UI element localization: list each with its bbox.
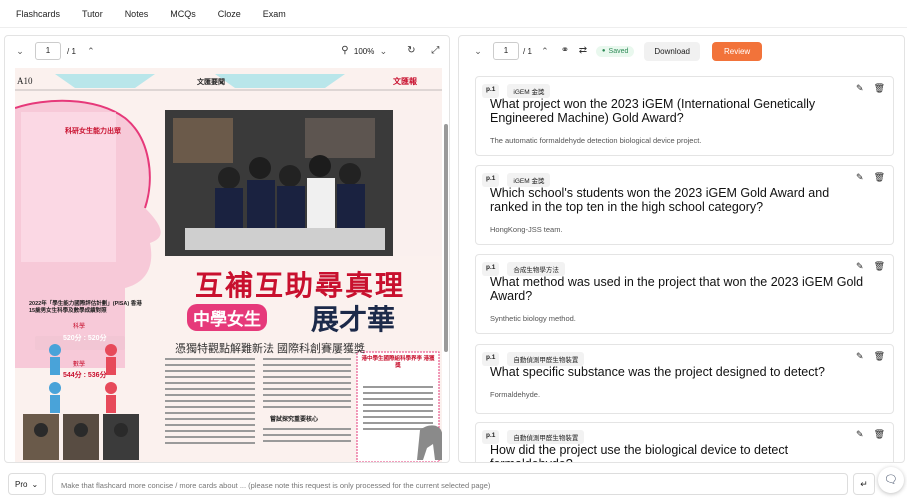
science-scores: 520分 : 520分 — [63, 335, 107, 342]
flashcard-answer: Synthetic biology method. — [490, 314, 576, 323]
zoom-dropdown-icon[interactable]: ⌄ — [376, 46, 390, 57]
math-label: 數學 — [73, 362, 86, 368]
document-viewer: ⌄ 1 / 1 ⌃ ⚲ 100% ⌄ ↻ ⤢ A10 文匯要聞 文匯報 科研女生… — [4, 35, 450, 463]
header-center: 文匯要聞 — [197, 79, 225, 86]
flashcard-question: Which school's students won the 2023 iGE… — [490, 186, 830, 214]
flashcard[interactable]: p.1 合成生物學方法 ✎ 🗑 What method was used in th… — [475, 254, 894, 334]
flashcard[interactable]: p.1 自動偵測甲醛生物裝置 ✎ 🗑 What specific substance… — [475, 344, 894, 414]
page-badge: p.1 — [482, 352, 500, 366]
flashcard-question: How did the project use the biological d… — [490, 443, 789, 462]
send-icon[interactable]: ↵ — [853, 473, 875, 495]
page-total: / 1 — [523, 46, 532, 56]
edit-icon[interactable]: ✎ — [856, 83, 864, 94]
sub-heading: 嘗試探究重要核心 — [270, 417, 319, 423]
viewer-scrollbar[interactable] — [444, 124, 448, 352]
flashcard[interactable]: p.1 自動偵測甲醛生物裝置 ✎ 🗑 How did the project use… — [475, 422, 894, 462]
fullscreen-icon[interactable]: ⤢ — [428, 44, 442, 58]
flashcard[interactable]: p.1 iGEM 金獎 ✎ 🗑 Which school's students wo… — [475, 165, 894, 245]
page-total: / 1 — [67, 46, 76, 56]
dot-icon: ● — [601, 48, 606, 54]
delete-icon[interactable]: 🗑 — [874, 172, 885, 183]
edit-icon[interactable]: ✎ — [856, 351, 864, 362]
nav-exam[interactable]: Exam — [263, 9, 286, 19]
refresh-icon[interactable]: ↻ — [404, 44, 418, 58]
flashcard-answer: Formaldehyde. — [490, 390, 541, 399]
nav-flashcards[interactable]: Flashcards — [16, 9, 60, 19]
flashcards-panel: ⌄ 1 / 1 ⌃ ⚭ ⇄ ● Saved Download Review p.1… — [458, 35, 905, 463]
viewer-toolbar: ⌄ 1 / 1 ⌃ ⚲ 100% ⌄ ↻ ⤢ — [5, 36, 449, 66]
page-badge: p.1 — [482, 262, 500, 276]
edit-icon[interactable]: ✎ — [856, 429, 864, 440]
delete-icon[interactable]: 🗑 — [874, 351, 885, 362]
chat-bubble-icon[interactable]: 🗨 — [878, 467, 904, 493]
chevron-down-icon: ⌄ — [31, 480, 39, 489]
edit-icon[interactable]: ✎ — [856, 261, 864, 272]
link-icon[interactable]: ⚭ — [558, 44, 572, 58]
deck: 憑獨特觀點解難新法 國際科創賽屢獲獎 — [175, 343, 366, 355]
masthead: 文匯報 — [393, 77, 417, 86]
delete-icon[interactable]: 🗑 — [874, 83, 885, 94]
chevron-down-icon[interactable]: ⌄ — [13, 46, 27, 57]
zoom-level[interactable]: 100% — [354, 47, 374, 56]
sync-icon[interactable]: ⇄ — [576, 44, 590, 58]
flashcard-list: p.1 iGEM 金獎 ✎ 🗑 What project won the 2023 … — [475, 76, 894, 462]
nav-cloze[interactable]: Cloze — [218, 9, 241, 19]
mode-label: Pro — [15, 480, 28, 489]
page-badge: p.1 — [482, 173, 500, 187]
saved-badge: ● Saved — [595, 45, 635, 57]
tag-badge: iGEM 金獎 — [507, 84, 551, 98]
zoom-icon[interactable]: ⚲ — [338, 44, 352, 58]
page-input[interactable]: 1 — [35, 42, 61, 60]
page-code: A10 — [17, 76, 33, 86]
review-button[interactable]: Review — [711, 41, 763, 61]
flashcard-question: What method was used in the project that… — [490, 275, 864, 303]
chevron-up-icon[interactable]: ⌃ — [84, 46, 98, 57]
flashcard-answer: The automatic formaldehyde detection bio… — [490, 136, 702, 145]
flashcard-answer: HongKong-JSS team. — [490, 225, 563, 234]
download-button[interactable]: Download — [644, 41, 700, 61]
tag-badge: 合成生物學方法 — [507, 262, 565, 276]
nav-mcqs[interactable]: MCQs — [170, 9, 196, 19]
sub-headline-left: 中學女生 — [187, 304, 267, 331]
saved-label: Saved — [608, 47, 629, 55]
sub-headline-right: 展才華 — [311, 305, 396, 336]
flashcard-question: What specific substance was the project … — [490, 365, 825, 379]
flashcards-toolbar: ⌄ 1 / 1 ⌃ ⚭ ⇄ ● Saved Download Review — [459, 36, 904, 66]
nav-notes[interactable]: Notes — [125, 9, 149, 19]
chevron-down-icon[interactable]: ⌄ — [471, 46, 485, 57]
math-scores: 544分 : 536分 — [63, 372, 107, 379]
tag-badge: 自動偵測甲醛生物裝置 — [507, 430, 585, 444]
delete-icon[interactable]: 🗑 — [874, 261, 885, 272]
newspaper-page: A10 文匯要聞 文匯報 科研女生能力出眾 互補互助尋真理 中學女生 展才華 憑… — [15, 68, 442, 462]
flashcard-question: What project won the 2023 iGEM (Internat… — [490, 97, 816, 125]
flashcard[interactable]: p.1 iGEM 金獎 ✎ 🗑 What project won the 2023 … — [475, 76, 894, 156]
prompt-input[interactable]: Make that flashcard more concise / more … — [52, 473, 848, 495]
box-title: 港中學生國際組科學界李 港獲獎 — [361, 356, 435, 369]
science-label: 科學 — [73, 324, 86, 330]
page-input[interactable]: 1 — [493, 42, 519, 60]
delete-icon[interactable]: 🗑 — [874, 429, 885, 440]
tag-badge: iGEM 金獎 — [507, 173, 551, 187]
pisa-title: 2022年「學生能力國際評估計劃」(PISA) 香港15歲男女生科學及數學成績對… — [29, 301, 142, 314]
page-badge: p.1 — [482, 84, 500, 98]
prompt-bar: Pro ⌄ Make that flashcard more concise / … — [0, 468, 907, 500]
top-nav: Flashcards Tutor Notes MCQs Cloze Exam — [0, 0, 907, 28]
mode-select[interactable]: Pro ⌄ — [8, 473, 46, 495]
nav-tutor[interactable]: Tutor — [82, 9, 103, 19]
sidebar-title: 科研女生能力出眾 — [65, 128, 121, 135]
page-badge: p.1 — [482, 430, 500, 444]
chevron-up-icon[interactable]: ⌃ — [538, 46, 552, 57]
tag-badge: 自動偵測甲醛生物裝置 — [507, 352, 585, 366]
edit-icon[interactable]: ✎ — [856, 172, 864, 183]
